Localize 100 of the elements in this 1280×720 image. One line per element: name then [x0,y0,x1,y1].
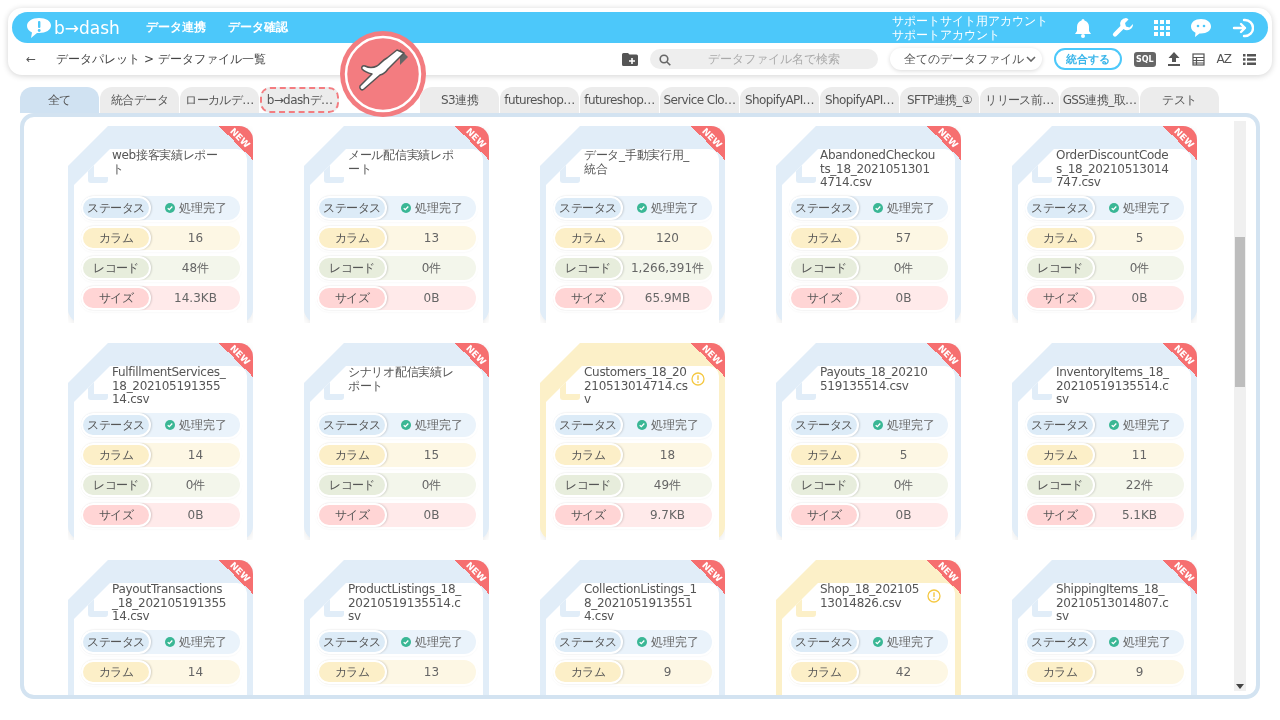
field-value: 処理完了 [414,416,463,434]
field-label: レコード [553,473,623,497]
tab[interactable]: テスト [1140,87,1219,113]
sort-button[interactable]: AZ [1216,52,1231,66]
tab[interactable]: S3連携 [420,87,499,113]
file-name: OrderDiscountCodes_18_20210513014747.csv [1056,149,1170,191]
field-value: 42 [894,664,913,681]
tab[interactable]: 全て [20,87,99,113]
field-value: 処理完了 [1122,416,1171,434]
field-value: 14.3KB [173,290,218,307]
check-icon [1108,420,1119,430]
chevron-down-icon [1025,56,1036,62]
field-value: 14 [186,447,205,464]
field-value: 0件 [420,259,443,277]
tab[interactable]: ShopifyAPI… [740,87,819,113]
tab[interactable]: ShopifyAPI… [820,87,899,113]
check-icon [1108,637,1119,647]
field-label: カラム [789,226,859,250]
field-value: 0B [422,290,441,307]
scroll-thumb[interactable] [1235,237,1245,387]
tab[interactable]: SFTP連携_① [900,87,979,113]
sql-button[interactable]: SQL [1133,51,1156,67]
tab[interactable]: ローカルデ… [180,87,259,113]
field-label: ステータス [81,630,151,654]
back-arrow[interactable]: ← [26,52,37,66]
field-label: カラム [81,660,151,684]
field-value: 1,266,391件 [629,259,706,277]
file-corner-icon [560,163,580,183]
tab[interactable]: GSS連携_取… [1060,87,1139,113]
field-value: 15 [422,447,441,464]
field-value: 処理完了 [650,633,699,651]
field-label: カラム [81,226,151,250]
tab[interactable]: Service Clo… [660,87,739,113]
field-value: 処理完了 [1122,199,1171,217]
list-icon[interactable] [1243,53,1256,65]
check-icon [400,203,411,213]
check-icon [1108,203,1119,213]
tab[interactable]: リリース前… [980,87,1059,113]
field-label: サイズ [317,286,387,310]
file-filter-dropdown[interactable]: 全てのデータファイル [889,48,1042,70]
field-value: 16 [186,230,205,247]
field-label: カラム [553,226,623,250]
field-value: 65.9MB [643,290,692,307]
field-label: カラム [1025,443,1095,467]
field-value: 0件 [184,476,207,494]
tab[interactable]: 統合データ [100,87,179,113]
folder-plus-icon[interactable] [621,52,638,66]
field-label: サイズ [789,286,859,310]
table-icon[interactable] [1191,52,1205,66]
tab[interactable]: futureshop… [580,87,659,113]
file-name: FulfillmentServices_18_20210519135514.csv [112,366,227,408]
check-icon [636,420,647,430]
grid-icon[interactable] [1154,19,1170,36]
bell-icon[interactable] [1074,17,1092,38]
warning-icon [691,372,705,386]
file-name: Customers_18_20210513014714.csv [584,366,689,408]
field-value: 処理完了 [886,633,935,651]
scroll-down-icon[interactable] [1236,684,1244,689]
field-value: 0件 [892,476,915,494]
check-icon [164,420,175,430]
scrollbar[interactable] [1234,121,1246,691]
tab[interactable]: futureshop… [500,87,579,113]
field-label: ステータス [1025,630,1095,654]
field-label: サイズ [1025,286,1095,310]
file-name: InventoryItems_18_20210519135514.csv [1056,366,1170,408]
breadcrumb: データパレット > データファイル一覧 [56,50,266,68]
wrench-icon[interactable] [1112,16,1134,39]
field-value: 48件 [180,259,211,277]
field-value: 0B [422,507,441,524]
file-name: ProductListings_18_20210519135514.csv [348,583,463,625]
field-label: ステータス [317,196,387,220]
file-name: ShippingItems_18_20210513014807.csv [1056,583,1170,625]
field-value: 0件 [420,476,443,494]
field-label: ステータス [317,413,387,437]
field-value: 処理完了 [1122,633,1171,651]
field-label: ステータス [1025,413,1095,437]
tab[interactable]: b→dashデ… [260,87,339,113]
logout-icon[interactable] [1232,17,1254,38]
file-corner-icon [560,380,580,400]
field-value: 0B [1130,290,1149,307]
chat-bubble-icon[interactable] [1190,17,1212,38]
field-label: レコード [317,256,387,280]
search-icon [658,54,671,66]
check-icon [164,203,175,213]
file-corner-icon [1032,380,1052,400]
field-label: カラム [81,443,151,467]
file-corner-icon [324,163,344,183]
field-label: レコード [789,473,859,497]
check-icon [400,637,411,647]
field-value: 13 [422,664,441,681]
field-value: 5 [1134,230,1145,247]
upload-icon[interactable] [1167,52,1180,66]
file-corner-icon [88,597,108,617]
file-name: web接客実績レポート [112,149,219,178]
check-icon [164,637,175,647]
field-value: 120 [655,230,680,247]
field-value: 9.7KB [648,507,687,524]
field-value: 9 [1134,664,1145,681]
field-value: 0件 [892,259,915,277]
field-label: ステータス [789,413,859,437]
